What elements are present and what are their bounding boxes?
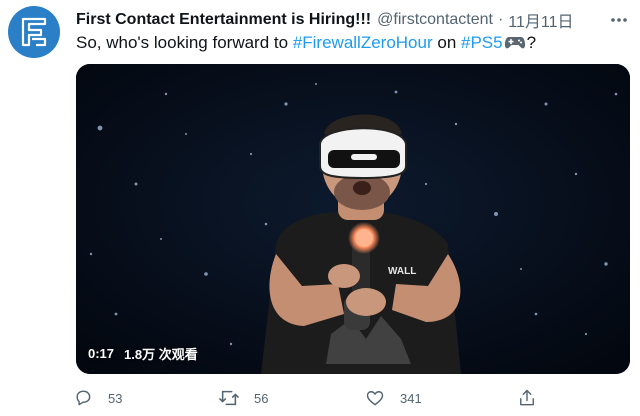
like-button[interactable]: 341 [364, 386, 422, 410]
timestamp[interactable]: 11月11日 [508, 8, 573, 32]
tweet-text-part: ? [526, 33, 537, 52]
reply-count: 53 [108, 390, 123, 406]
reply-button[interactable]: 53 [72, 386, 122, 410]
retweet-button[interactable]: 56 [218, 386, 268, 410]
display-name[interactable]: First Contact Entertainment is Hiring!!! [76, 11, 371, 29]
heart-icon [364, 387, 386, 409]
retweet-icon [218, 387, 240, 409]
tweet-actions: 53 56 341 [70, 386, 590, 410]
shirt-print-text: WALL [388, 266, 416, 277]
video-duration: 0:17 [88, 345, 115, 361]
video-player[interactable]: WALL 0:17 1.8万 次观看 [76, 64, 630, 374]
separator-dot: · [497, 11, 504, 28]
video-view-count: 1.8万 次观看 [124, 346, 198, 362]
avatar[interactable] [8, 6, 60, 58]
firewall-logo-icon [21, 17, 47, 47]
video-info-overlay: 0:17 1.8万 次观看 [88, 344, 198, 362]
more-options-button[interactable] [608, 10, 630, 30]
like-count: 341 [400, 390, 422, 406]
user-handle[interactable]: @firstcontactent [377, 11, 493, 29]
ellipsis-icon [611, 18, 627, 22]
tweet-text-part: on [432, 33, 461, 52]
hashtag-link[interactable]: #FirewallZeroHour [293, 33, 433, 52]
retweet-count: 56 [254, 390, 269, 406]
tweet-text: So, who's looking forward to #FirewallZe… [76, 32, 610, 54]
video-frame-illustration: WALL [76, 64, 630, 374]
reply-icon [72, 387, 94, 409]
tweet-text-part: So, who's looking forward to [76, 33, 293, 52]
hashtag-link[interactable]: #PS5 [461, 33, 503, 52]
share-icon [516, 387, 538, 409]
share-button[interactable] [516, 386, 552, 410]
gamepad-emoji-icon [504, 34, 526, 56]
tweet-header: First Contact Entertainment is Hiring!!!… [76, 8, 628, 32]
